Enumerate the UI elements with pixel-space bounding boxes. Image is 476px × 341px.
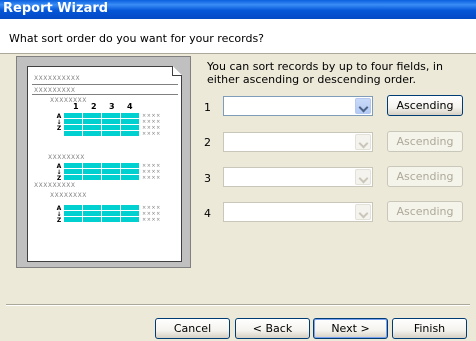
next-button[interactable]: Next >: [313, 318, 388, 339]
page-fold-icon: [172, 66, 182, 76]
sort-row-2-number: 2: [204, 136, 211, 149]
preview-cell: [64, 217, 82, 222]
sort-order-2-button[interactable]: Ascending: [387, 131, 463, 152]
preview-cell: [102, 163, 120, 168]
preview-cell: [102, 169, 120, 174]
finish-button[interactable]: Finish: [392, 318, 467, 339]
preview-cell: [64, 131, 82, 136]
back-button[interactable]: < Back: [235, 318, 310, 339]
window-title: Report Wizard: [3, 1, 109, 16]
preview-cell: [121, 217, 139, 222]
wizard-header: What sort order do you want for your rec…: [0, 19, 476, 54]
preview-cell: [64, 125, 82, 130]
sort-order-3-button[interactable]: Ascending: [387, 166, 463, 187]
preview-cell: [102, 205, 120, 210]
preview-group-placeholder: XXXXXXXXX: [34, 182, 76, 189]
preview-cell: [64, 113, 82, 118]
header-question: What sort order do you want for your rec…: [9, 32, 265, 45]
preview-cell: [121, 131, 139, 136]
preview-cell: [83, 205, 101, 210]
preview-group-placeholder: XXXXXXXXX: [34, 87, 76, 94]
sort-az-icon: A ↓ Z: [56, 114, 62, 132]
preview-rule: [32, 94, 178, 95]
preview-cell: [121, 169, 139, 174]
sort-order-1-button[interactable]: Ascending: [387, 95, 463, 116]
sort-az-icon: A ↓ Z: [56, 164, 62, 182]
sort-row-4-number: 4: [204, 207, 211, 220]
footer-separator: [6, 304, 470, 306]
sort-field-1-combo[interactable]: [223, 96, 373, 116]
preview-cell: [83, 211, 101, 216]
preview-title-placeholder: XXXXXXXXXX: [34, 75, 81, 82]
sort-row-1-number: 1: [204, 101, 211, 114]
preview-col-3: 3: [109, 102, 115, 111]
preview-cell: [121, 205, 139, 210]
preview-cell-tail: ××××: [142, 175, 161, 181]
preview-cell: [102, 217, 120, 222]
preview-cell-tail: ××××: [142, 131, 161, 137]
preview-col-1: 1: [73, 102, 79, 111]
sort-field-2-combo[interactable]: [223, 132, 373, 152]
preview-subgroup-placeholder: XXXXXXXX: [48, 154, 85, 161]
preview-cell: [102, 125, 120, 130]
preview-col-4: 4: [127, 102, 133, 111]
preview-cell: [83, 175, 101, 180]
preview-cell: [64, 163, 82, 168]
title-bar: Report Wizard: [0, 0, 476, 19]
chevron-down-icon[interactable]: [355, 169, 371, 185]
sort-instructions: You can sort records by up to four field…: [207, 60, 443, 86]
preview-cell: [102, 175, 120, 180]
preview-cell: [83, 169, 101, 174]
cancel-button[interactable]: Cancel: [155, 318, 230, 339]
preview-cell: [102, 131, 120, 136]
preview-cell: [83, 217, 101, 222]
preview-cell: [102, 113, 120, 118]
preview-cell: [83, 163, 101, 168]
sort-az-icon: A ↓ Z: [56, 206, 62, 224]
preview-cell: [64, 205, 82, 210]
sort-field-4-combo[interactable]: [223, 202, 373, 222]
preview-cell: [64, 169, 82, 174]
preview-cell-tail: ××××: [142, 217, 161, 223]
sort-az-glyph: Z: [56, 175, 62, 182]
preview-cell: [83, 125, 101, 130]
preview-cell: [121, 163, 139, 168]
preview-cell: [64, 175, 82, 180]
preview-rule: [32, 84, 178, 85]
sort-az-glyph: Z: [56, 125, 62, 132]
preview-cell: [83, 119, 101, 124]
preview-subgroup-placeholder: XXXXXXXX: [50, 192, 87, 199]
preview-cell: [121, 211, 139, 216]
preview-cell: [102, 211, 120, 216]
chevron-down-icon[interactable]: [355, 134, 371, 150]
preview-cell: [83, 131, 101, 136]
preview-cell: [83, 113, 101, 118]
preview-cell: [121, 113, 139, 118]
sort-preview-panel: XXXXXXXXXX XXXXXXXXX XXXXXXXX 1 2 3 4 XX…: [16, 56, 191, 268]
chevron-down-icon[interactable]: [355, 98, 371, 114]
preview-cell: [64, 211, 82, 216]
preview-cell: [121, 119, 139, 124]
preview-subgroup-placeholder: XXXXXXXX: [50, 97, 87, 104]
preview-cell: [121, 175, 139, 180]
sort-order-4-button[interactable]: Ascending: [387, 201, 463, 222]
sort-row-3-number: 3: [204, 172, 211, 185]
sort-az-glyph: Z: [56, 217, 62, 224]
preview-page: XXXXXXXXXX XXXXXXXXX XXXXXXXX 1 2 3 4 XX…: [27, 66, 182, 262]
preview-cell: [64, 119, 82, 124]
preview-col-2: 2: [91, 102, 97, 111]
sort-field-3-combo[interactable]: [223, 167, 373, 187]
chevron-down-icon[interactable]: [355, 204, 371, 220]
preview-cell: [121, 125, 139, 130]
preview-cell: [102, 119, 120, 124]
